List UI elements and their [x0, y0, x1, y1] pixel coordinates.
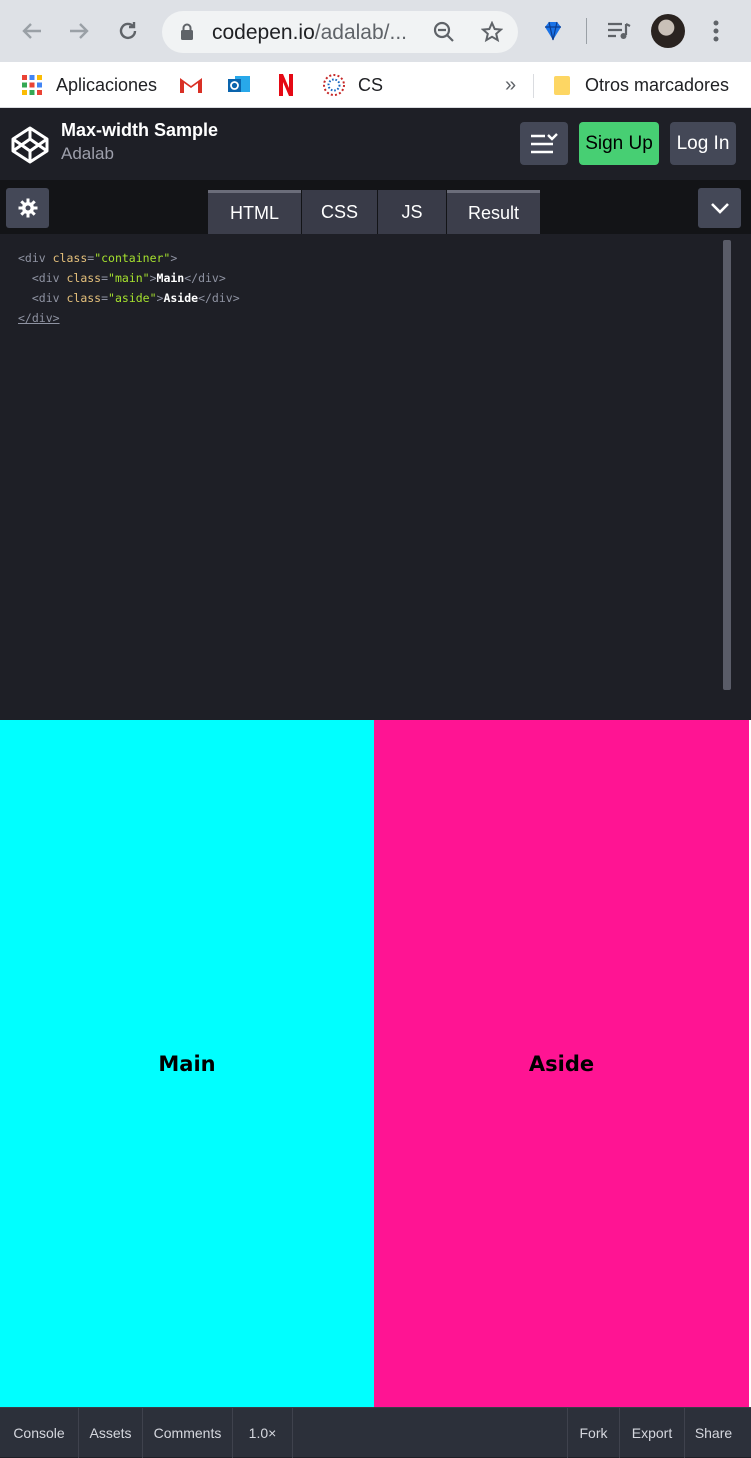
bookmark-outlook[interactable] — [227, 70, 251, 100]
bookmark-apps-label: Aplicaciones — [56, 74, 158, 95]
settings-button[interactable] — [6, 188, 49, 228]
kebab-menu-icon — [713, 20, 719, 42]
bookmark-star-icon — [481, 21, 503, 43]
extension-button[interactable] — [538, 16, 568, 46]
bookmark-cs-label: CS — [358, 74, 384, 95]
zoom-icon — [433, 21, 454, 42]
main-label: Main — [158, 1051, 216, 1076]
media-control-button[interactable] — [604, 16, 634, 46]
apps-grid-icon — [22, 75, 42, 95]
back-arrow-icon — [22, 23, 41, 39]
console-button[interactable]: Console — [0, 1408, 79, 1458]
netflix-icon — [279, 74, 293, 96]
code-line-4: </div> — [18, 311, 60, 325]
folder-icon — [554, 76, 570, 95]
code-scrollbar[interactable] — [723, 240, 731, 690]
back-button[interactable] — [17, 16, 47, 46]
fork-button[interactable]: Fork — [567, 1408, 619, 1458]
layout-menu-button[interactable] — [520, 122, 568, 165]
bookmark-apps[interactable]: Aplicaciones — [22, 70, 157, 100]
comments-button[interactable]: Comments — [143, 1408, 233, 1458]
bookmark-gmail[interactable] — [179, 70, 203, 100]
assets-button[interactable]: Assets — [79, 1408, 143, 1458]
tab-js[interactable]: JS — [378, 190, 446, 234]
url-text: codepen.io/adalab/... — [212, 21, 407, 44]
codepen-header: Max-width Sample Adalab Sign Up Log In — [0, 108, 751, 180]
bookmark-other-label: Otros marcadores — [585, 74, 730, 95]
code-line-3: <div class="aside">Aside</div> — [31, 291, 240, 305]
forward-button[interactable] — [64, 16, 94, 46]
reload-button[interactable] — [113, 16, 143, 46]
bookmark-other-folder[interactable]: Otros marcadores — [553, 70, 729, 100]
playlist-music-icon — [608, 22, 631, 39]
address-bar[interactable]: codepen.io/adalab/... — [162, 11, 518, 53]
codepen-logo-icon[interactable] — [10, 125, 50, 165]
aside-label: Aside — [528, 1051, 595, 1076]
profile-avatar[interactable] — [651, 14, 685, 48]
export-button[interactable]: Export — [619, 1408, 684, 1458]
bookmark-cs[interactable]: CS — [322, 70, 383, 100]
editor-tab-bar: HTML CSS JS Result — [0, 180, 751, 234]
cs-dots-icon — [323, 74, 345, 96]
bookmark-netflix[interactable] — [278, 70, 294, 100]
tab-html[interactable]: HTML — [208, 190, 301, 234]
lock-icon — [181, 23, 193, 40]
code-lines: <div class="container"> <div class="main… — [18, 248, 240, 328]
aside-panel: Aside — [374, 720, 749, 1407]
outlook-icon — [228, 76, 250, 92]
html-code-editor[interactable]: <div class="container"> <div class="main… — [0, 234, 751, 720]
login-button[interactable]: Log In — [670, 122, 736, 165]
code-line-1: <div class="container"> — [18, 251, 178, 265]
bookmarks-divider — [533, 74, 534, 98]
bookmarks-overflow-button[interactable]: » — [505, 70, 516, 100]
forward-arrow-icon — [70, 23, 89, 39]
bookmarks-bar: Aplicaciones CS » Otros marcadores — [0, 62, 751, 108]
tab-result[interactable]: Result — [447, 190, 540, 234]
pen-author[interactable]: Adalab — [61, 144, 114, 164]
gear-icon — [18, 198, 37, 218]
code-line-2: <div class="main">Main</div> — [31, 271, 226, 285]
browser-menu-button[interactable] — [701, 16, 731, 46]
pen-title[interactable]: Max-width Sample — [61, 120, 218, 141]
gmail-icon — [180, 78, 202, 93]
result-preview: Main Aside — [0, 720, 749, 1407]
zoom-button[interactable]: 1.0× — [233, 1408, 293, 1458]
diamond-extension-icon — [545, 21, 561, 41]
reload-icon — [119, 22, 137, 40]
chevron-down-icon — [710, 203, 729, 214]
tab-css[interactable]: CSS — [302, 190, 377, 234]
main-panel: Main — [0, 720, 374, 1407]
share-button[interactable]: Share — [684, 1408, 742, 1458]
browser-toolbar: codepen.io/adalab/... — [0, 0, 751, 62]
signup-button[interactable]: Sign Up — [579, 122, 659, 165]
editor-footer: Console Assets Comments 1.0× Fork Export… — [0, 1407, 751, 1458]
collapse-button[interactable] — [698, 188, 741, 228]
toolbar-divider — [586, 18, 587, 44]
layout-menu-icon — [531, 133, 558, 154]
